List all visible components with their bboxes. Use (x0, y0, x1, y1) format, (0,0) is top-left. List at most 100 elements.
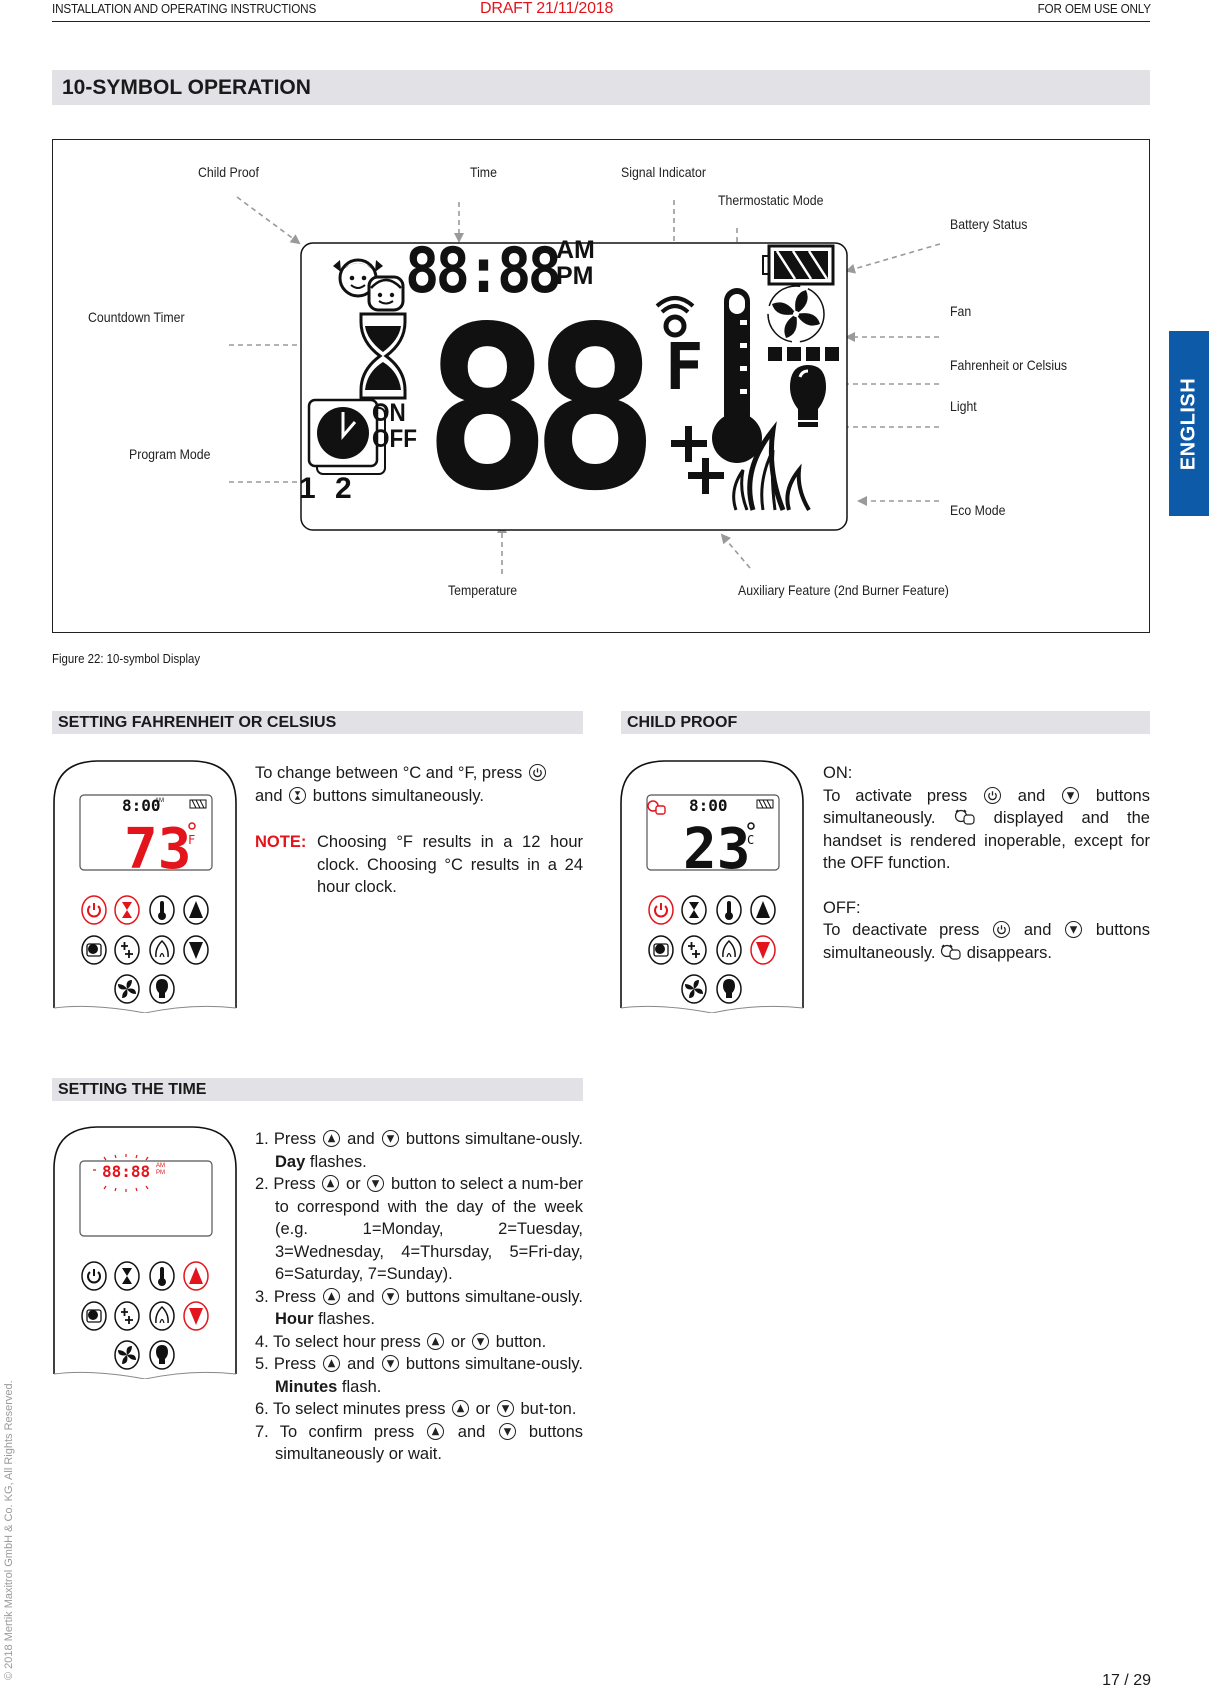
lcd-program-1: 1 (299, 472, 316, 505)
up-button-icon (322, 1175, 340, 1192)
fahrenheit-note: NOTE: Choosing °F results in a 12 hour c… (255, 831, 583, 899)
child-proof-instructions: ON: To activate press and buttons simult… (823, 764, 1150, 962)
remote-program-button[interactable] (81, 935, 107, 965)
label-battery-status: Battery Status (950, 216, 1028, 232)
remote-program-button[interactable] (648, 935, 674, 965)
label-signal-indicator: Signal Indicator (621, 164, 706, 180)
remote-flame-button[interactable] (149, 1301, 175, 1331)
remote-thermostat-button[interactable] (716, 895, 742, 925)
child-proof-on-label: ON: (823, 764, 853, 782)
remote-battery-icon (189, 799, 207, 809)
remote-fan-button[interactable] (114, 974, 140, 1004)
up-button-icon (323, 1130, 341, 1147)
label-fahrenheit-celsius: Fahrenheit or Celsius (950, 357, 1068, 373)
remote-program-button[interactable] (81, 1301, 107, 1331)
figure-10-symbol-display: 88:88 AM PM 88 F ON OFF 1 2 Child Proof … (52, 139, 1150, 633)
section-title-setting-time: SETTING THE TIME (52, 1078, 583, 1101)
step-number: 5. (255, 1355, 269, 1373)
remote-timer-button[interactable] (681, 895, 707, 925)
remote-timer-button[interactable] (114, 895, 140, 925)
remote-lcd-unit: C (747, 833, 754, 847)
up-button-icon (427, 1332, 445, 1350)
timer-button-icon (289, 786, 307, 804)
up-button-icon (427, 1422, 445, 1440)
remote-light-button[interactable] (716, 974, 742, 1004)
remote-up-button[interactable] (183, 895, 209, 925)
remote-flame-button[interactable] (149, 935, 175, 965)
label-program-mode: Program Mode (129, 446, 211, 462)
lcd-program-on: ON (372, 399, 406, 427)
remote-power-button[interactable] (648, 895, 674, 925)
remote-lcd-am: AM (156, 1163, 165, 1169)
step-emphasis: Hour (275, 1310, 314, 1328)
language-tab-label: ENGLISH (1177, 377, 1200, 470)
down-button-icon (381, 1355, 399, 1372)
arrow-battery (845, 243, 941, 274)
header-left-title: INSTALLATION AND OPERATING INSTRUCTIONS (52, 1, 317, 16)
down-button-icon (472, 1332, 490, 1350)
up-button-icon (452, 1400, 470, 1417)
step-number: 4. (255, 1332, 269, 1351)
remote-down-button[interactable] (750, 935, 776, 965)
remote-illustration-child-proof: 8:00 23 C (619, 758, 805, 1018)
label-countdown-timer: Countdown Timer (88, 309, 185, 325)
down-button-icon (381, 1130, 399, 1147)
child-proof-inline-icon (940, 943, 962, 960)
remote-aux-button[interactable] (114, 1301, 140, 1331)
remote-fan-button[interactable] (114, 1340, 140, 1370)
note-text: Choosing °F results in a 12 hour clock. … (317, 833, 583, 896)
label-child-proof: Child Proof (198, 164, 259, 180)
remote-down-button[interactable] (183, 1301, 209, 1331)
remote-fan-button[interactable] (681, 974, 707, 1004)
copyright-notice: © 2018 Mertik Maxitrol GmbH & Co. KG, Al… (3, 1380, 15, 1680)
step-number: 7. (255, 1422, 269, 1441)
remote-light-button[interactable] (149, 974, 175, 1004)
remote-up-button[interactable] (183, 1261, 209, 1291)
remote-power-button[interactable] (81, 1261, 107, 1291)
power-button-icon (528, 764, 546, 781)
remote-aux-button[interactable] (114, 935, 140, 965)
page-number: 17 / 29 (1102, 1672, 1151, 1689)
step-number: 1. (255, 1130, 269, 1148)
remote-thermostat-button[interactable] (149, 895, 175, 925)
label-light: Light (950, 398, 977, 414)
arrow-child-proof (236, 196, 301, 245)
draft-stamp: DRAFT 21/11/2018 (480, 0, 614, 17)
remote-illustration-time: 88:88 AM PM (52, 1124, 238, 1384)
header-right-title: FOR OEM USE ONLY (1037, 1, 1151, 16)
lcd-unit-indicator: F (665, 331, 704, 405)
remote-lcd-pm: PM (156, 1170, 165, 1176)
remote-flame-button[interactable] (716, 935, 742, 965)
step-number: 2. (255, 1175, 269, 1193)
remote-light-button[interactable] (149, 1340, 175, 1370)
time-step-5: 5. Press and buttons simultane-ously. Mi… (255, 1355, 583, 1396)
remote-timer-button[interactable] (114, 1261, 140, 1291)
down-button-icon (1065, 921, 1083, 938)
language-tab[interactable]: ENGLISH (1169, 331, 1209, 516)
time-step-4: 4. To select hour press or button. (255, 1332, 547, 1351)
remote-lcd-ampm: AM (155, 798, 164, 804)
header-divider (52, 21, 1150, 22)
arrow-auxiliary (720, 533, 751, 569)
label-thermostatic-mode: Thermostatic Mode (718, 192, 824, 208)
time-step-7: 7. To confirm press and buttons simultan… (255, 1422, 584, 1463)
lcd-program-2: 2 (335, 472, 352, 505)
remote-illustration-fahrenheit: 8:00 AM 73 F (52, 758, 238, 1018)
section-title-10-symbol: 10-SYMBOL OPERATION (52, 70, 1150, 105)
down-button-icon (496, 1400, 514, 1417)
up-button-icon (323, 1287, 341, 1305)
down-button-icon (367, 1175, 385, 1192)
remote-power-button[interactable] (81, 895, 107, 925)
remote-aux-button[interactable] (681, 935, 707, 965)
child-proof-off-label: OFF: (823, 898, 861, 917)
step-number: 3. (255, 1287, 269, 1306)
power-button-icon (983, 786, 1001, 804)
child-proof-inline-icon (954, 809, 976, 825)
remote-battery-icon (756, 799, 774, 809)
remote-thermostat-button[interactable] (149, 1261, 175, 1291)
remote-down-button[interactable] (183, 935, 209, 965)
note-label: NOTE: (255, 833, 307, 851)
time-step-3: 3. Press and buttons simultane-ously. Ho… (255, 1287, 583, 1328)
step-emphasis: Day (275, 1152, 306, 1171)
remote-up-button[interactable] (750, 895, 776, 925)
